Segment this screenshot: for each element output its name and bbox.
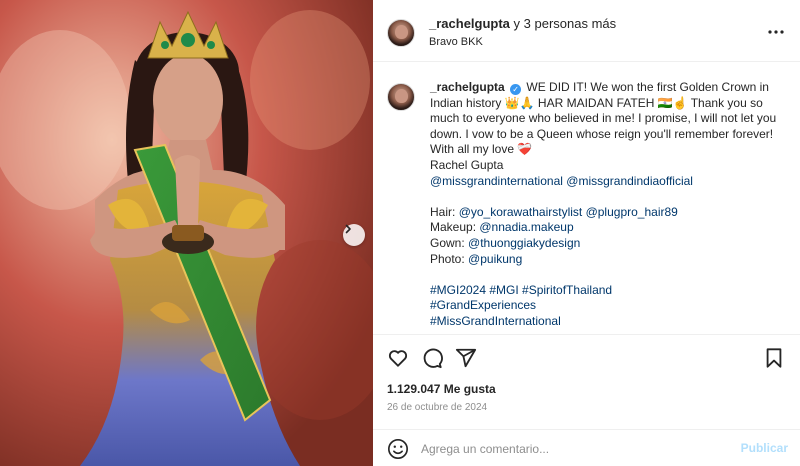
mention-link[interactable]: @missgrandinternational xyxy=(430,174,563,188)
author-username[interactable]: _rachelgupta xyxy=(429,16,510,31)
bookmark-icon xyxy=(766,348,782,368)
post-details-panel: _rachelgupta y 3 personas más Bravo BKK … xyxy=(373,0,800,466)
comment-input[interactable] xyxy=(421,439,721,459)
share-icon xyxy=(455,348,477,368)
credit-handles[interactable]: @thuonggiakydesign xyxy=(468,236,580,250)
comment-button[interactable] xyxy=(421,347,445,371)
like-count[interactable]: 1.129.047 Me gusta xyxy=(387,382,496,396)
post-photo-illustration xyxy=(0,0,373,466)
caption-author-avatar[interactable] xyxy=(387,83,415,111)
next-image-button[interactable] xyxy=(343,224,365,246)
credit-line: Gown: @thuonggiakydesign xyxy=(430,236,792,252)
credit-handles[interactable]: @yo_korawathairstylist @plugpro_hair89 xyxy=(459,205,678,219)
post-image[interactable] xyxy=(0,0,373,466)
post-authors: _rachelgupta y 3 personas más xyxy=(429,16,616,31)
credit-label: Gown: xyxy=(430,235,465,250)
credit-label: Makeup: xyxy=(430,220,477,235)
publish-button[interactable]: Publicar xyxy=(741,441,788,455)
verified-badge-icon: ✓ xyxy=(510,84,522,95)
credit-line: Photo: @puikung xyxy=(430,252,792,268)
coauthors-label[interactable]: y 3 personas más xyxy=(514,16,617,31)
action-buttons xyxy=(387,347,787,371)
credit-label: Photo: xyxy=(430,251,465,266)
emoji-button[interactable] xyxy=(387,438,409,460)
credit-label: Hair: xyxy=(430,204,456,219)
caption-signature: Rachel Gupta xyxy=(430,157,504,172)
credit-line: Makeup: @nnadia.makeup xyxy=(430,220,792,236)
credit-handles[interactable]: @nnadia.makeup xyxy=(479,220,573,234)
post-location[interactable]: Bravo BKK xyxy=(429,36,483,48)
hashtag-line[interactable]: #MGI2024 #MGI #SpiritofThailand xyxy=(430,283,792,299)
author-avatar[interactable] xyxy=(387,19,415,47)
heart-icon xyxy=(388,350,408,367)
like-button[interactable] xyxy=(387,347,411,371)
post-header: _rachelgupta y 3 personas más Bravo BKK xyxy=(373,0,800,62)
credit-handles[interactable]: @puikung xyxy=(468,252,522,266)
more-options-button[interactable] xyxy=(768,24,784,36)
comment-bar: Publicar xyxy=(373,429,800,466)
more-horizontal-icon xyxy=(768,30,784,34)
hashtag-line[interactable]: #MissGrandInternational xyxy=(430,314,792,330)
hashtag-line[interactable]: #GrandExperiences xyxy=(430,298,792,314)
caption-text: _rachelgupta ✓ WE DID IT! We won the fir… xyxy=(430,80,792,330)
save-button[interactable] xyxy=(763,347,787,371)
share-button[interactable] xyxy=(455,347,479,371)
chevron-right-icon xyxy=(345,224,351,234)
caption-love-line: With all my love ❤️‍🩹 xyxy=(430,142,533,157)
mention-link[interactable]: @missgrandindiaofficial xyxy=(566,174,693,188)
credit-line: Hair: @yo_korawathairstylist @plugpro_ha… xyxy=(430,205,792,221)
post-caption: _rachelgupta ✓ WE DID IT! We won the fir… xyxy=(373,63,800,333)
emoji-icon xyxy=(388,439,408,459)
comment-icon xyxy=(423,348,443,369)
caption-username[interactable]: _rachelgupta xyxy=(430,80,505,94)
post-date[interactable]: 26 de octubre de 2024 xyxy=(387,402,487,413)
post-actions: 1.129.047 Me gusta 26 de octubre de 2024… xyxy=(373,334,800,466)
